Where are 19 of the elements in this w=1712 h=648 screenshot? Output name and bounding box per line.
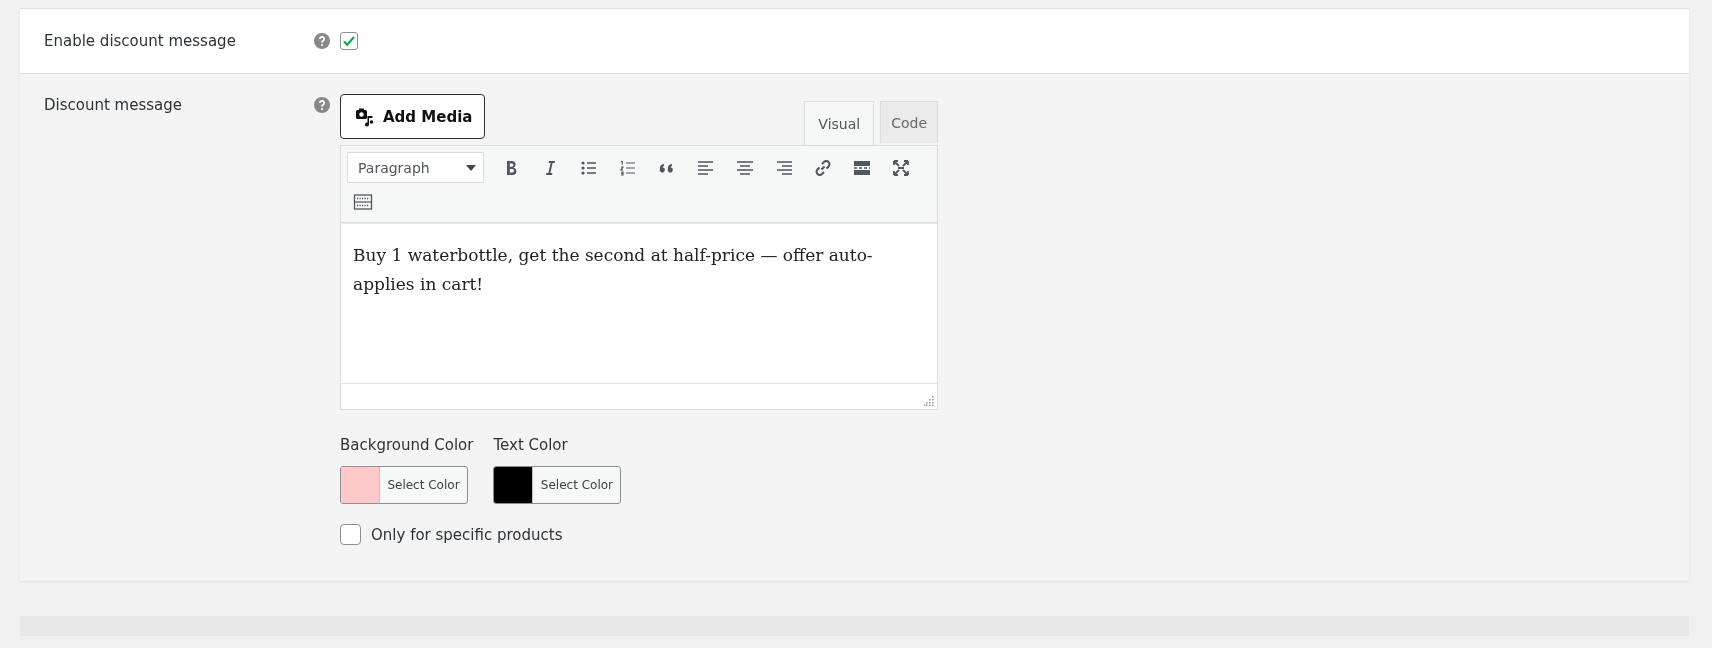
field-label: Discount message [44,95,184,114]
color-picker-button[interactable]: Select Color [340,466,468,504]
editor-tab[interactable]: Visual [804,101,875,145]
format-dropdown[interactable]: Paragraph [347,152,484,183]
caret-icon [466,164,476,171]
checkbox-label: Only for specific products [371,525,563,544]
help-icon[interactable] [314,97,330,113]
help-icon[interactable] [314,33,330,49]
color-label: Text Color [493,436,569,454]
camera-music-icon [355,106,375,127]
editor-tab[interactable]: Code [880,101,938,143]
message-text[interactable]: Buy 1 waterbottle, get the second at half-price — offer auto-applies in cart! [341,223,937,383]
resize-handle-icon[interactable] [924,396,934,406]
color-picker-button[interactable]: Select Color [493,466,622,504]
add-media-button[interactable]: Add Media [340,94,486,139]
color-label: Background Color [340,436,474,454]
field-label: Enable discount message [44,32,237,50]
checkbox[interactable] [340,524,361,545]
checkbox[interactable] [340,32,358,50]
